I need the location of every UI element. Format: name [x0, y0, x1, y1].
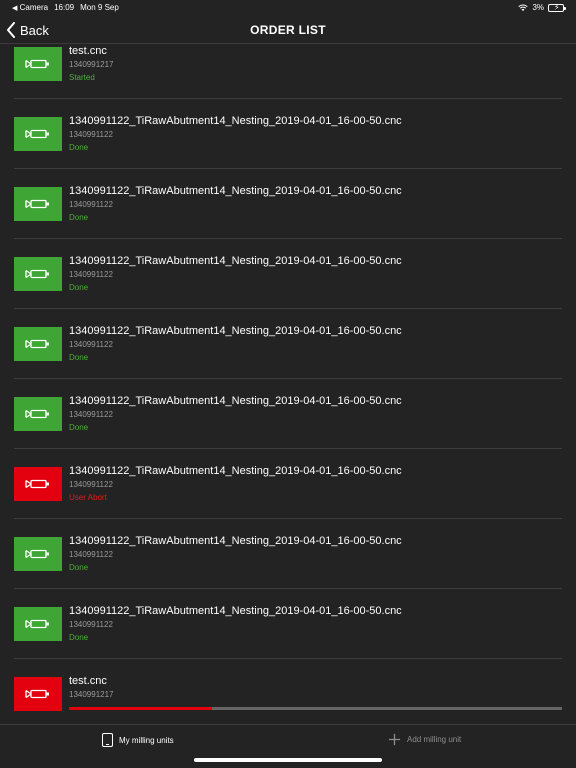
order-file-name: 1340991122_TiRawAbutment14_Nesting_2019-… — [69, 325, 402, 337]
order-file-name: 1340991122_TiRawAbutment14_Nesting_2019-… — [69, 115, 402, 127]
order-id: 1340991122 — [69, 550, 113, 559]
order-file-name: 1340991122_TiRawAbutment14_Nesting_2019-… — [69, 535, 402, 547]
plus-icon — [388, 733, 401, 746]
order-item[interactable]: 1340991122_TiRawAbutment14_Nesting_2019-… — [0, 309, 576, 379]
order-status: User Abort — [69, 493, 107, 502]
tab-add-milling-unit-label: Add milling unit — [407, 735, 462, 744]
order-progress-fill — [69, 707, 212, 710]
status-left: ◀ Camera 16:09 Mon 9 Sep — [12, 3, 119, 12]
home-indicator[interactable] — [194, 758, 382, 762]
tab-my-milling-units-label: My milling units — [119, 735, 174, 745]
status-right: 3% ⚡ — [518, 3, 566, 12]
order-file-name: 1340991122_TiRawAbutment14_Nesting_2019-… — [69, 185, 402, 197]
milling-tool-icon — [25, 549, 49, 559]
order-status: Done — [69, 633, 89, 642]
order-status: Done — [69, 423, 89, 432]
tab-my-milling-units[interactable]: My milling units — [102, 733, 174, 747]
order-id: 1340991122 — [69, 410, 113, 419]
order-item[interactable]: 1340991122_TiRawAbutment14_Nesting_2019-… — [0, 449, 576, 519]
page-title: ORDER LIST — [250, 23, 326, 37]
milling-tool-icon — [25, 339, 49, 349]
order-item[interactable]: 1340991122_TiRawAbutment14_Nesting_2019-… — [0, 589, 576, 659]
order-status: Done — [69, 353, 89, 362]
order-id: 1340991217 — [69, 690, 114, 699]
order-id: 1340991122 — [69, 130, 113, 139]
milling-tool-icon — [25, 479, 49, 489]
milling-tool-thumbnail — [14, 327, 62, 361]
order-item[interactable]: 1340991122_TiRawAbutment14_Nesting_2019-… — [0, 519, 576, 589]
milling-tool-icon — [25, 269, 49, 279]
order-id: 1340991122 — [69, 270, 113, 279]
back-app-label: Camera — [19, 3, 49, 12]
milling-tool-thumbnail — [14, 47, 62, 81]
order-file-name: 1340991122_TiRawAbutment14_Nesting_2019-… — [69, 465, 402, 477]
order-id: 1340991122 — [69, 340, 113, 349]
order-list[interactable]: test.cnc 1340991217 Started 1340991122_TiRa… — [0, 44, 576, 724]
order-file-name: 1340991122_TiRawAbutment14_Nesting_2019-… — [69, 395, 402, 407]
milling-tool-icon — [25, 129, 49, 139]
order-item[interactable]: 1340991122_TiRawAbutment14_Nesting_2019-… — [0, 99, 576, 169]
order-file-name: test.cnc — [69, 45, 107, 57]
navigation-bar: Back ORDER LIST — [0, 16, 576, 44]
milling-tool-thumbnail — [14, 607, 62, 641]
screen: ◀ Camera 16:09 Mon 9 Sep 3% ⚡ Back ORDER… — [0, 0, 576, 768]
milling-tool-thumbnail — [14, 257, 62, 291]
tab-add-milling-unit[interactable]: Add milling unit — [388, 733, 461, 746]
order-id: 1340991122 — [69, 480, 113, 489]
milling-tool-thumbnail — [14, 397, 62, 431]
order-item[interactable]: 1340991122_TiRawAbutment14_Nesting_2019-… — [0, 169, 576, 239]
status-bar: ◀ Camera 16:09 Mon 9 Sep 3% ⚡ — [0, 0, 576, 16]
order-id: 1340991217 — [69, 60, 114, 69]
order-status: Done — [69, 143, 89, 152]
order-item[interactable]: 1340991122_TiRawAbutment14_Nesting_2019-… — [0, 379, 576, 449]
order-file-name: 1340991122_TiRawAbutment14_Nesting_2019-… — [69, 605, 402, 617]
order-id: 1340991122 — [69, 200, 113, 209]
order-progress-bar — [69, 707, 562, 710]
order-status: Done — [69, 563, 89, 572]
battery-icon: ⚡ — [548, 3, 566, 12]
milling-tool-thumbnail — [14, 187, 62, 221]
order-file-name: test.cnc — [69, 675, 107, 687]
order-status: Done — [69, 283, 89, 292]
milling-tool-thumbnail — [14, 677, 62, 711]
milling-tool-icon — [25, 689, 49, 699]
order-item[interactable]: 1340991122_TiRawAbutment14_Nesting_2019-… — [0, 239, 576, 309]
back-to-app-link[interactable]: ◀ Camera — [12, 3, 48, 12]
milling-tool-icon — [25, 59, 49, 69]
order-id: 1340991122 — [69, 620, 113, 629]
wifi-icon — [518, 4, 529, 11]
milling-tool-icon — [25, 619, 49, 629]
order-file-name: 1340991122_TiRawAbutment14_Nesting_2019-… — [69, 255, 402, 267]
tablet-icon — [102, 733, 113, 747]
status-date: Mon 9 Sep — [80, 3, 119, 12]
milling-tool-icon — [25, 199, 49, 209]
milling-tool-thumbnail — [14, 117, 62, 151]
milling-tool-thumbnail — [14, 467, 62, 501]
order-status: Started — [69, 73, 95, 82]
order-item[interactable]: test.cnc 1340991217 Started — [0, 44, 576, 99]
order-status: Done — [69, 213, 89, 222]
back-caret-icon: ◀ — [12, 5, 18, 12]
milling-tool-thumbnail — [14, 537, 62, 571]
status-time: 16:09 — [54, 3, 75, 12]
milling-tool-icon — [25, 409, 49, 419]
battery-percent: 3% — [532, 3, 544, 12]
order-item[interactable]: test.cnc 1340991217 — [0, 659, 576, 724]
